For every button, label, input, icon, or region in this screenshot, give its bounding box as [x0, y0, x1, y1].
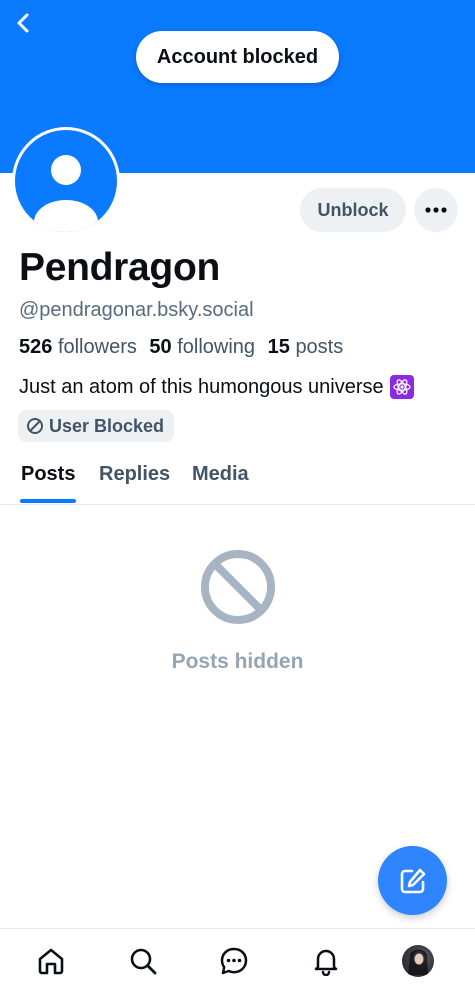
- chevron-left-icon: [17, 13, 29, 33]
- display-name: Pendragon: [19, 246, 220, 289]
- unblock-button[interactable]: Unblock: [300, 188, 406, 232]
- atom-symbol-emoji: [389, 375, 414, 399]
- prohibited-icon: [201, 550, 275, 624]
- active-tab-indicator: [20, 499, 76, 503]
- bio-text: Just an atom of this humongous universe: [19, 375, 384, 398]
- posts-stat: 15 posts: [268, 336, 344, 358]
- posts-count: 15: [267, 336, 290, 358]
- user-blocked-badge: User Blocked: [18, 410, 175, 442]
- nav-search[interactable]: [123, 941, 163, 981]
- blocked-icon: [27, 418, 43, 434]
- tab-posts[interactable]: Posts: [21, 463, 75, 486]
- bell-icon: [314, 949, 338, 976]
- following-label: following: [177, 336, 256, 358]
- profile-stats: 526 followers 50 following 15 posts: [19, 336, 343, 359]
- followers-label: followers: [57, 336, 137, 358]
- tab-replies[interactable]: Replies: [99, 463, 170, 486]
- posts-hidden-label: Posts hidden: [171, 650, 304, 673]
- followers-count: 526: [19, 336, 53, 358]
- nav-home[interactable]: [31, 941, 71, 981]
- profile-bio: Just an atom of this humongous universe: [19, 375, 414, 399]
- profile-handle: @pendragonar.bsky.social: [19, 299, 254, 321]
- following-count: 50: [149, 336, 172, 358]
- nav-chat[interactable]: [214, 941, 254, 981]
- chat-icon: [220, 947, 248, 975]
- nav-notifications[interactable]: [306, 941, 346, 981]
- more-options-button[interactable]: [414, 188, 458, 232]
- bottom-navigation: [0, 928, 475, 1000]
- tab-media[interactable]: Media: [192, 463, 249, 486]
- following-link[interactable]: 50 following: [149, 336, 255, 358]
- more-horizontal-icon: [425, 207, 447, 213]
- user-blocked-label: User Blocked: [49, 415, 165, 436]
- profile-avatar: [402, 945, 434, 977]
- default-user-icon: [34, 155, 98, 232]
- nav-profile[interactable]: [398, 941, 438, 981]
- home-icon: [38, 948, 64, 975]
- compose-button[interactable]: [378, 846, 447, 915]
- posts-label: posts: [295, 336, 344, 358]
- back-button[interactable]: [10, 10, 36, 36]
- profile-screen: Account blocked Unblock Pendragon @pendr…: [0, 0, 475, 1000]
- profile-tabs: Posts Replies Media: [0, 450, 475, 505]
- compose-icon: [400, 868, 425, 893]
- search-icon: [130, 948, 157, 975]
- followers-link[interactable]: 526 followers: [19, 336, 137, 358]
- account-blocked-pill: Account blocked: [136, 31, 339, 83]
- profile-avatar[interactable]: [12, 127, 120, 235]
